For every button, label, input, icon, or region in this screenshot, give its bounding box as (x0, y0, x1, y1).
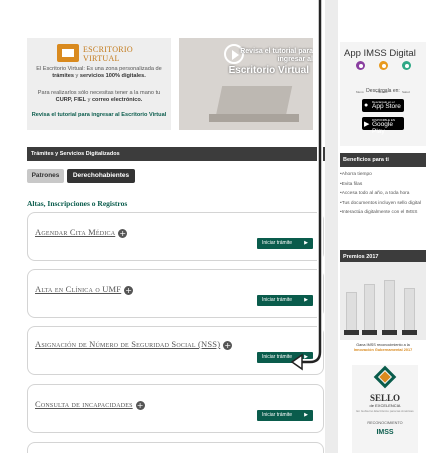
service-title[interactable]: Alta en Clínica o UMF + (35, 285, 134, 295)
logo-line1: ESCRITORIO (83, 45, 133, 54)
tutorial-video-banner[interactable]: Revisa el tutorial para ingresar al Escr… (179, 38, 313, 130)
trophy-icon (382, 280, 397, 335)
benefit-item: Accesa todo al año, a toda hora (338, 189, 426, 199)
premios-caption: Gana IMSS reconocimiento a la Innovación … (340, 340, 426, 356)
escritorio-virtual-promo[interactable]: ESCRITORIO VIRTUAL El Escritorio Virtual… (27, 38, 171, 130)
tab-patrones[interactable]: Patrones (27, 169, 64, 183)
service-card-alta-clinica: Alta en Clínica o UMF + Iniciar trámite (27, 269, 324, 318)
tutorial-link[interactable]: Revisa el tutorial para ingresar al Escr… (31, 112, 167, 119)
app-store-button[interactable]: ● Descárgalo en el App Store (362, 99, 404, 112)
desktop-icon (57, 44, 79, 62)
video-title: Revisa el tutorial para ingresar al (240, 48, 313, 63)
plus-icon[interactable]: + (124, 285, 134, 295)
service-card-asignacion-nss: Asignación de Número de Seguridad Social… (27, 326, 324, 375)
laptop-image (215, 86, 293, 116)
promo-description: El Escritorio Virtual: Es una zona perso… (36, 66, 162, 79)
laptop-base-image (209, 114, 299, 122)
benefit-item: Evita filas (338, 180, 426, 190)
sello-imss: IMSS (376, 429, 394, 436)
benefits-header: Beneficios para ti (340, 153, 426, 167)
benefit-item: Ahorra tiempo (338, 170, 426, 180)
category-heading: Altas, Inscripciones o Registros (27, 199, 128, 208)
trophy-icon (344, 292, 359, 335)
iniciar-tramite-button[interactable]: Iniciar trámite (257, 238, 313, 249)
video-title-main: Escritorio Virtual (228, 65, 309, 76)
tab-derechohabientes[interactable]: Derechohabientes (67, 169, 135, 183)
benefit-item: Tus documentos incluyen sello digital (338, 199, 426, 209)
iniciar-tramite-button[interactable]: Iniciar trámite (257, 410, 313, 421)
premios-image[interactable] (340, 262, 426, 340)
play-store-icon: ▶ (364, 121, 370, 128)
premios-caption-text: Gana IMSS reconocimiento a la (356, 343, 410, 348)
iniciar-tramite-button[interactable]: Iniciar trámite (257, 352, 313, 363)
benefit-item: Interactúa digitalmente con el IMSS (338, 208, 426, 218)
app-imss-digital-panel: App IMSS Digital Menú Trámites Salud Des… (340, 42, 426, 146)
service-title[interactable]: Asignación de Número de Seguridad Social… (35, 340, 250, 350)
section-header: Trámites y Servicios Digitalizados (27, 147, 325, 161)
app-title: App IMSS Digital (344, 48, 416, 59)
service-title[interactable]: Agendar Cita Médica + (35, 228, 128, 238)
service-title[interactable]: Consulta de incapacidades + (35, 400, 145, 410)
download-label: Descárgala en: (366, 88, 400, 94)
premios-caption-award: Innovación Gubernamental 2017 (353, 348, 413, 353)
sello-description: En Gobierno Electrónico para las América… (356, 409, 414, 413)
salud-icon (402, 61, 411, 70)
trophy-icon (362, 284, 377, 335)
sello-title: SELLO (369, 393, 400, 403)
service-card-next (27, 442, 324, 453)
logo-line2: VIRTUAL (83, 54, 120, 63)
sello-subtitle: de EXCELENCIA (369, 403, 401, 408)
column-gutter (325, 0, 338, 453)
service-card-agendar-cita: Agendar Cita Médica + Iniciar trámite (27, 212, 324, 261)
apple-icon: ● (364, 102, 369, 109)
trophy-icon (402, 288, 417, 335)
menu-icon (356, 61, 365, 70)
iniciar-tramite-button[interactable]: Iniciar trámite (257, 295, 313, 306)
app-feature-icons: Menú Trámites Salud (354, 61, 414, 94)
service-card-consulta-incapacidades: Consulta de incapacidades + Iniciar trámi… (27, 384, 324, 433)
promo-requirements: Para realizarlos sólo necesitas tener a … (37, 90, 161, 103)
sello-excelencia-badge[interactable]: SELLO de EXCELENCIA En Gobierno Electrón… (352, 365, 418, 453)
tramites-icon (379, 61, 388, 70)
sello-recognition: RECONOCIMIENTO (367, 421, 403, 425)
benefits-list: Ahorra tiempo Evita filas Accesa todo al… (338, 170, 426, 218)
escritorio-virtual-logo: ESCRITORIO VIRTUAL (57, 42, 141, 64)
google-play-button[interactable]: ▶ DISPONIBLE EN Google Play (362, 117, 404, 135)
plus-icon[interactable]: + (118, 228, 128, 238)
plus-icon[interactable]: + (223, 340, 233, 350)
plus-icon[interactable]: + (135, 400, 145, 410)
